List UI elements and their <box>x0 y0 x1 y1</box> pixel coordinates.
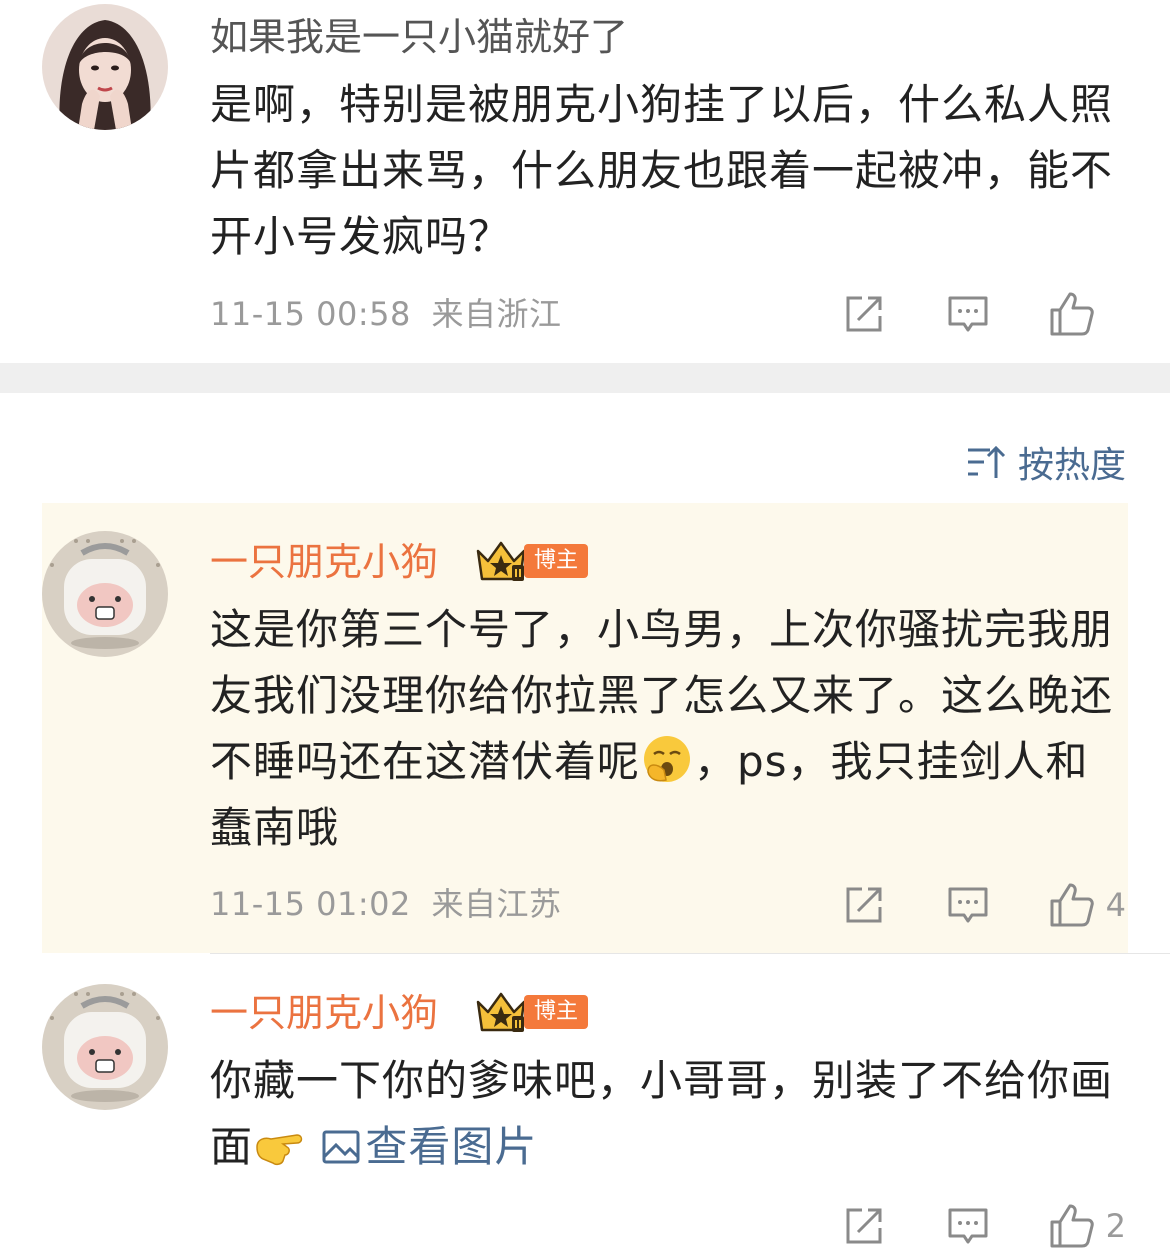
share-button[interactable] <box>840 290 888 338</box>
yawn-emoji-icon <box>644 736 691 782</box>
like-count: 2 <box>1105 1207 1126 1245</box>
sort-icon <box>967 445 1006 478</box>
comment-username[interactable]: 一只朋克小狗 <box>210 988 438 1038</box>
rice-cooker-avatar-icon <box>42 531 168 657</box>
view-image-label: 查看图片 <box>365 1122 538 1171</box>
share-icon <box>846 887 882 923</box>
view-image-link[interactable]: 查看图片 <box>321 1122 537 1171</box>
portrait-avatar-icon <box>42 4 168 130</box>
sort-label: 按热度 <box>1017 445 1126 486</box>
crown-badge-icon <box>476 541 526 581</box>
reply-button[interactable] <box>944 290 992 338</box>
like-count: 4 <box>1105 886 1126 924</box>
comment-time: 11-15 01:02 <box>210 885 411 923</box>
avatar[interactable] <box>42 531 168 657</box>
comment-text: 你藏一下你的爹味吧，小哥哥，别装了不给你画面 查看图片 <box>210 1048 1126 1180</box>
rice-cooker-avatar-icon <box>42 984 168 1110</box>
user-badges: 博主 <box>474 539 589 583</box>
comment-time: 11-15 00:58 <box>210 295 411 333</box>
avatar[interactable] <box>42 984 168 1110</box>
user-badges: 博主 <box>474 990 589 1034</box>
blogger-badge: 博主 <box>524 995 589 1029</box>
share-button[interactable] <box>840 881 888 929</box>
comment-item: 一只朋克小狗 博主 你藏一下你的爹味吧，小哥哥，别装了不给你画面 查看图片 2 <box>0 954 1170 1259</box>
like-button[interactable]: 4 <box>1048 881 1126 929</box>
like-icon <box>1050 883 1094 927</box>
avatar[interactable] <box>42 4 168 130</box>
comment-meta: 11-15 00:58 来自浙江 <box>210 294 562 334</box>
comment-icon <box>948 296 988 332</box>
comment-icon <box>948 887 988 923</box>
reply-button[interactable] <box>944 881 992 929</box>
like-button[interactable]: 2 <box>1048 1202 1126 1250</box>
like-button[interactable] <box>1048 290 1126 338</box>
pointing-hand-emoji-icon <box>256 1134 303 1166</box>
comment-icon <box>948 1208 988 1244</box>
image-icon <box>322 1130 360 1164</box>
sort-toggle[interactable]: 按热度 <box>966 436 1126 488</box>
comment-text: 是啊，特别是被朋克小狗挂了以后，什么私人照片都拿出来骂，什么朋友也跟着一起被冲，… <box>210 80 1114 261</box>
like-icon <box>1050 1204 1094 1248</box>
share-button[interactable] <box>840 1202 888 1250</box>
comment-actions: 2 <box>840 1202 1126 1250</box>
comment-location: 来自江苏 <box>431 885 562 923</box>
comment-actions: 4 <box>840 881 1126 929</box>
comment-username[interactable]: 一只朋克小狗 <box>210 537 438 587</box>
crown-badge-icon <box>476 992 526 1032</box>
comment-item: 一只朋克小狗 博主 这是你第三个号了，小鸟男，上次你骚扰完我朋友我们没理你给你拉… <box>0 503 1170 953</box>
comment-location: 来自浙江 <box>431 295 562 333</box>
comment-text: 这是你第三个号了，小鸟男，上次你骚扰完我朋友我们没理你给你拉黑了怎么又来了。这么… <box>210 597 1126 861</box>
comment-username[interactable]: 如果我是一只小猫就好了 <box>210 12 628 62</box>
section-divider <box>0 363 1170 393</box>
share-icon <box>846 1208 882 1244</box>
comment-actions <box>840 290 1126 338</box>
comment-item: 如果我是一只小猫就好了 是啊，特别是被朋克小狗挂了以后，什么私人照片都拿出来骂，… <box>0 0 1170 363</box>
share-icon <box>846 296 882 332</box>
comment-meta: 11-15 01:02 来自江苏 <box>210 884 562 924</box>
blogger-badge: 博主 <box>524 544 589 578</box>
like-icon <box>1050 292 1094 336</box>
reply-button[interactable] <box>944 1202 992 1250</box>
